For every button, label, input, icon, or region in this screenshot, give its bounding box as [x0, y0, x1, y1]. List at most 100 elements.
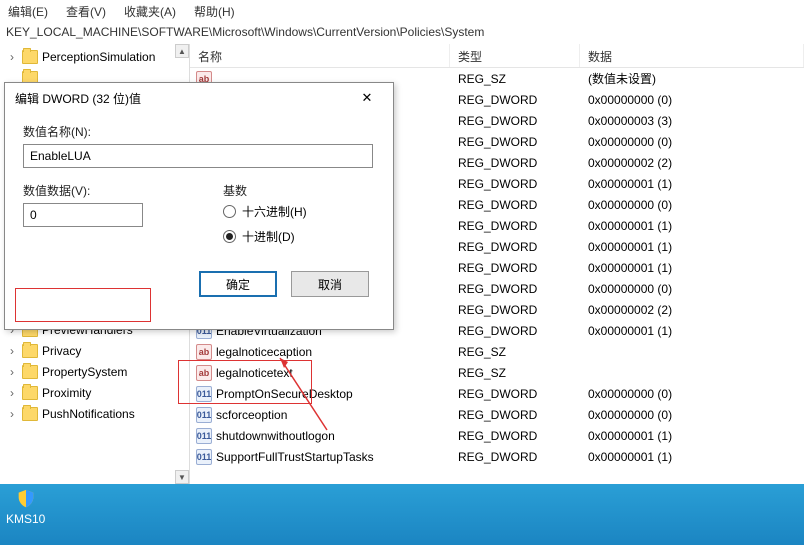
close-icon[interactable]: ✕	[351, 87, 383, 109]
base-label: 基数	[223, 182, 307, 199]
value-data: 0x00000001 (1)	[580, 324, 804, 338]
chevron-right-icon: ›	[6, 386, 18, 400]
tree-item[interactable]: › PropertySystem	[0, 361, 189, 382]
col-data[interactable]: 数据	[580, 44, 804, 67]
dialog-title: 编辑 DWORD (32 位)值	[15, 90, 141, 107]
col-type[interactable]: 类型	[450, 44, 580, 67]
value-type: REG_DWORD	[450, 408, 580, 422]
value-data: 0x00000001 (1)	[580, 429, 804, 443]
radio-hex[interactable]: 十六进制(H)	[223, 203, 307, 220]
address-bar[interactable]: KEY_LOCAL_MACHINE\SOFTWARE\Microsoft\Win…	[0, 22, 804, 44]
value-type: REG_SZ	[450, 72, 580, 86]
value-data-label: 数值数据(V):	[23, 182, 183, 199]
menu-favorites[interactable]: 收藏夹(A)	[124, 3, 176, 20]
value-type: REG_DWORD	[450, 114, 580, 128]
value-data: 0x00000002 (2)	[580, 156, 804, 170]
value-row[interactable]: ab legalnoticetext REG_SZ	[190, 362, 804, 383]
radio-icon	[223, 230, 236, 243]
value-type: REG_DWORD	[450, 177, 580, 191]
value-type: REG_DWORD	[450, 282, 580, 296]
value-type: REG_SZ	[450, 366, 580, 380]
tree-item-label: PushNotifications	[42, 407, 135, 421]
folder-icon	[22, 407, 38, 421]
radio-icon	[223, 205, 236, 218]
chevron-right-icon: ›	[6, 407, 18, 421]
value-type: REG_DWORD	[450, 198, 580, 212]
value-type: REG_DWORD	[450, 156, 580, 170]
reg-bin-icon: 011	[196, 449, 212, 465]
desktop: KMS10	[0, 484, 804, 545]
tree-item-label: PropertySystem	[42, 365, 127, 379]
value-data: 0x00000002 (2)	[580, 303, 804, 317]
tree-item[interactable]: › PerceptionSimulation	[0, 46, 189, 67]
value-name: shutdownwithoutlogon	[216, 429, 335, 443]
value-data-input[interactable]	[23, 203, 143, 227]
value-name-input[interactable]	[23, 144, 373, 168]
value-data: 0x00000000 (0)	[580, 387, 804, 401]
chevron-right-icon: ›	[6, 50, 18, 64]
value-type: REG_DWORD	[450, 261, 580, 275]
value-type: REG_DWORD	[450, 93, 580, 107]
tree-item[interactable]: ›Privacy	[0, 340, 189, 361]
tree-item-label: Privacy	[42, 344, 81, 358]
cancel-button[interactable]: 取消	[291, 271, 369, 297]
value-type: REG_DWORD	[450, 240, 580, 254]
value-row[interactable]: 011SupportFullTrustStartupTasksREG_DWORD…	[190, 446, 804, 467]
reg-bin-icon: 011	[196, 386, 212, 402]
desktop-shortcut-kms10[interactable]: KMS10	[6, 488, 45, 526]
value-data: 0x00000001 (1)	[580, 261, 804, 275]
value-name: legalnoticecaption	[216, 345, 312, 359]
value-type: REG_DWORD	[450, 135, 580, 149]
scroll-down-icon[interactable]: ▼	[175, 470, 189, 484]
value-type: REG_DWORD	[450, 429, 580, 443]
scroll-up-icon[interactable]: ▲	[175, 44, 189, 58]
value-name: legalnoticetext	[216, 366, 293, 380]
tree-item[interactable]: › Proximity	[0, 382, 189, 403]
chevron-right-icon: ›	[6, 365, 18, 379]
value-data: 0x00000001 (1)	[580, 177, 804, 191]
value-data: 0x00000000 (0)	[580, 198, 804, 212]
tree-item-label: Proximity	[42, 386, 91, 400]
value-type: REG_SZ	[450, 345, 580, 359]
value-data: 0x00000003 (3)	[580, 114, 804, 128]
value-data: (数值未设置)	[580, 70, 804, 87]
value-data: 0x00000000 (0)	[580, 135, 804, 149]
reg-str-icon: ab	[196, 344, 212, 360]
value-data: 0x00000000 (0)	[580, 93, 804, 107]
value-type: REG_DWORD	[450, 450, 580, 464]
tree-item-label: PerceptionSimulation	[42, 50, 155, 64]
edit-dword-dialog: 编辑 DWORD (32 位)值 ✕ 数值名称(N): 数值数据(V): 基数 …	[4, 82, 394, 330]
reg-bin-icon: 011	[196, 407, 212, 423]
value-type: REG_DWORD	[450, 324, 580, 338]
folder-icon	[22, 344, 38, 358]
value-type: REG_DWORD	[450, 219, 580, 233]
value-data: 0x00000000 (0)	[580, 282, 804, 296]
col-name[interactable]: 名称	[190, 44, 450, 67]
dialog-titlebar: 编辑 DWORD (32 位)值 ✕	[5, 83, 393, 113]
desktop-shortcut-label: KMS10	[6, 512, 45, 526]
value-data: 0x00000001 (1)	[580, 450, 804, 464]
list-header: 名称 类型 数据	[190, 44, 804, 68]
menu-edit[interactable]: 编辑(E)	[8, 3, 48, 20]
reg-bin-icon: 011	[196, 428, 212, 444]
value-row[interactable]: ab legalnoticecaption REG_SZ	[190, 341, 804, 362]
menu-view[interactable]: 查看(V)	[66, 3, 106, 20]
value-name: PromptOnSecureDesktop	[216, 387, 353, 401]
value-data: 0x00000001 (1)	[580, 219, 804, 233]
value-row[interactable]: 011scforceoptionREG_DWORD0x00000000 (0)	[190, 404, 804, 425]
folder-icon	[22, 50, 38, 64]
tree-item[interactable]: › PushNotifications	[0, 403, 189, 424]
value-data: 0x00000001 (1)	[580, 240, 804, 254]
value-type: REG_DWORD	[450, 387, 580, 401]
menubar: 编辑(E) 查看(V) 收藏夹(A) 帮助(H)	[0, 0, 804, 22]
value-name: scforceoption	[216, 408, 287, 422]
menu-help[interactable]: 帮助(H)	[194, 3, 235, 20]
radio-dec[interactable]: 十进制(D)	[223, 228, 307, 245]
value-row[interactable]: 011 PromptOnSecureDesktop REG_DWORD0x00000…	[190, 383, 804, 404]
value-name-label: 数值名称(N):	[23, 123, 375, 140]
value-row[interactable]: 011 shutdownwithoutlogon REG_DWORD0x000000…	[190, 425, 804, 446]
ok-button[interactable]: 确定	[199, 271, 277, 297]
shield-icon	[15, 488, 37, 510]
reg-str-icon: ab	[196, 365, 212, 381]
value-type: REG_DWORD	[450, 303, 580, 317]
